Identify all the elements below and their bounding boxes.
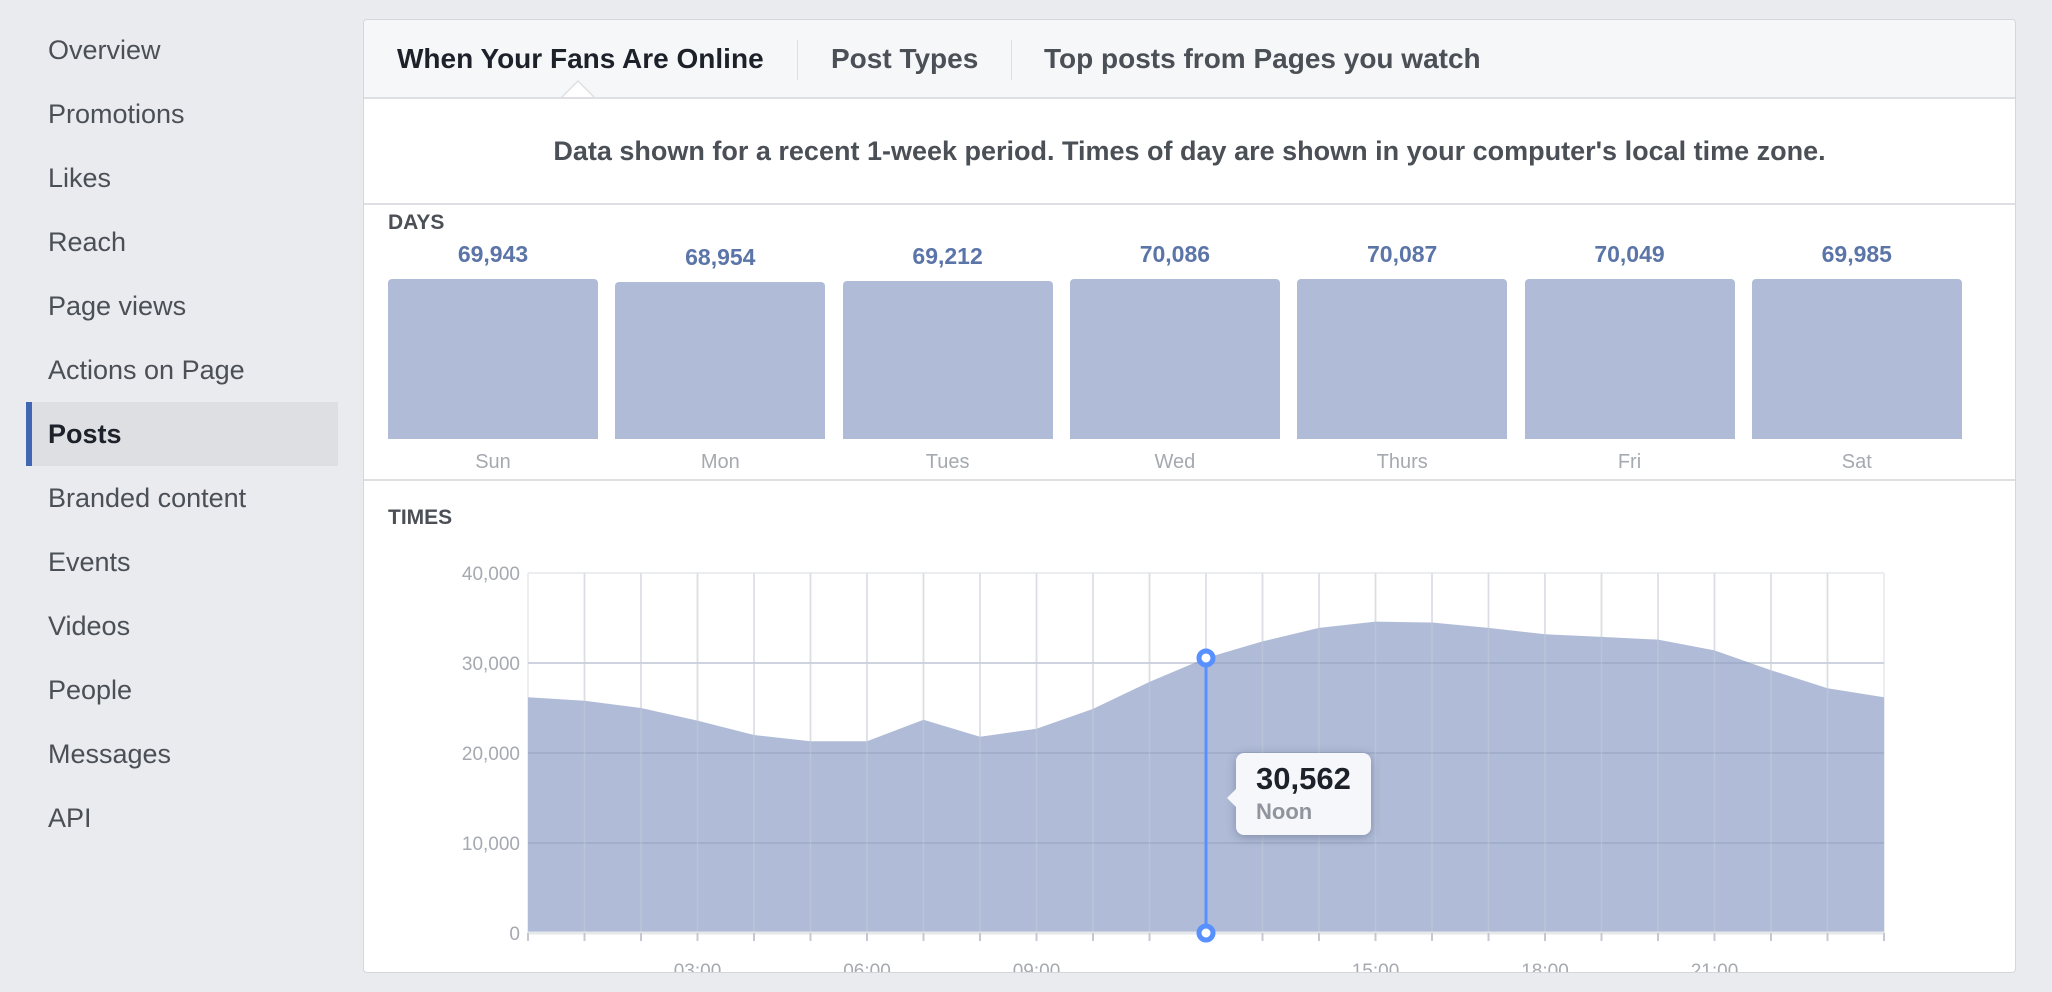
times-data-point[interactable]	[1090, 706, 1096, 712]
times-data-point[interactable]	[1768, 667, 1774, 673]
sidebar-item-overview[interactable]: Overview	[26, 18, 338, 82]
y-tick-label: 40,000	[462, 564, 520, 585]
times-data-point[interactable]	[1712, 647, 1718, 653]
times-data-point[interactable]	[1881, 694, 1887, 700]
times-data-point[interactable]	[525, 694, 531, 700]
insights-card: When Your Fans Are Online Post Types Top…	[363, 19, 2016, 973]
sidebar-item-likes[interactable]: Likes	[26, 146, 338, 210]
y-tick-label: 10,000	[462, 834, 520, 855]
times-data-point[interactable]	[864, 738, 870, 744]
times-data-point[interactable]	[1429, 620, 1435, 626]
times-data-point[interactable]	[1316, 625, 1322, 631]
times-data-point[interactable]	[1542, 631, 1548, 637]
times-data-point[interactable]	[638, 705, 644, 711]
times-data-point[interactable]	[977, 734, 983, 740]
y-tick-label: 30,000	[462, 654, 520, 675]
y-tick-label: 0	[509, 924, 520, 945]
sidebar-item-reach[interactable]: Reach	[26, 210, 338, 274]
x-tick-label: 06:00	[843, 961, 891, 973]
times-data-point[interactable]	[1373, 619, 1379, 625]
x-tick-label: 03:00	[674, 961, 722, 973]
times-data-point[interactable]	[751, 732, 757, 738]
sidebar-item-api[interactable]: API	[26, 786, 338, 850]
times-data-point[interactable]	[1486, 625, 1492, 631]
times-data-point[interactable]	[1825, 685, 1831, 691]
times-data-point[interactable]	[1655, 637, 1661, 643]
sidebar-item-branded-content[interactable]: Branded content	[26, 466, 338, 530]
y-tick-label: 20,000	[462, 744, 520, 765]
times-data-point[interactable]	[921, 717, 927, 723]
sidebar-item-messages[interactable]: Messages	[26, 722, 338, 786]
sidebar-item-videos[interactable]: Videos	[26, 594, 338, 658]
sidebar-item-events[interactable]: Events	[26, 530, 338, 594]
times-data-point[interactable]	[695, 718, 701, 724]
times-data-point[interactable]	[1260, 638, 1266, 644]
sidebar-item-promotions[interactable]: Promotions	[26, 82, 338, 146]
hover-point-top[interactable]	[1196, 648, 1216, 668]
tooltip-label: Noon	[1256, 799, 1313, 824]
tooltip-value: 30,562	[1256, 761, 1351, 796]
times-area-chart: 0 10,000 20,000 30,000 40,000 03:00 06:00 09:00…	[462, 564, 1887, 973]
sidebar-nav: Overview Promotions Likes Reach Page views Ac…	[0, 0, 340, 992]
sidebar-item-people[interactable]: People	[26, 658, 338, 722]
times-data-point[interactable]	[808, 738, 814, 744]
times-data-point[interactable]	[1599, 634, 1605, 640]
times-data-point[interactable]	[1147, 679, 1153, 685]
sidebar-item-actions-on-page[interactable]: Actions on Page	[26, 338, 338, 402]
x-tick-label: 15:00	[1352, 961, 1400, 973]
sidebar-item-page-views[interactable]: Page views	[26, 274, 338, 338]
sidebar-item-posts[interactable]: Posts	[26, 402, 338, 466]
x-tick-label: 18:00	[1521, 961, 1569, 973]
x-tick-label: 09:00	[1013, 961, 1061, 973]
x-tick-label: 21:00	[1691, 961, 1739, 973]
chart-tooltip: 30,562 Noon	[1227, 753, 1371, 835]
hover-point-bottom[interactable]	[1196, 923, 1216, 943]
times-data-point[interactable]	[582, 698, 588, 704]
times-data-point[interactable]	[1034, 726, 1040, 732]
